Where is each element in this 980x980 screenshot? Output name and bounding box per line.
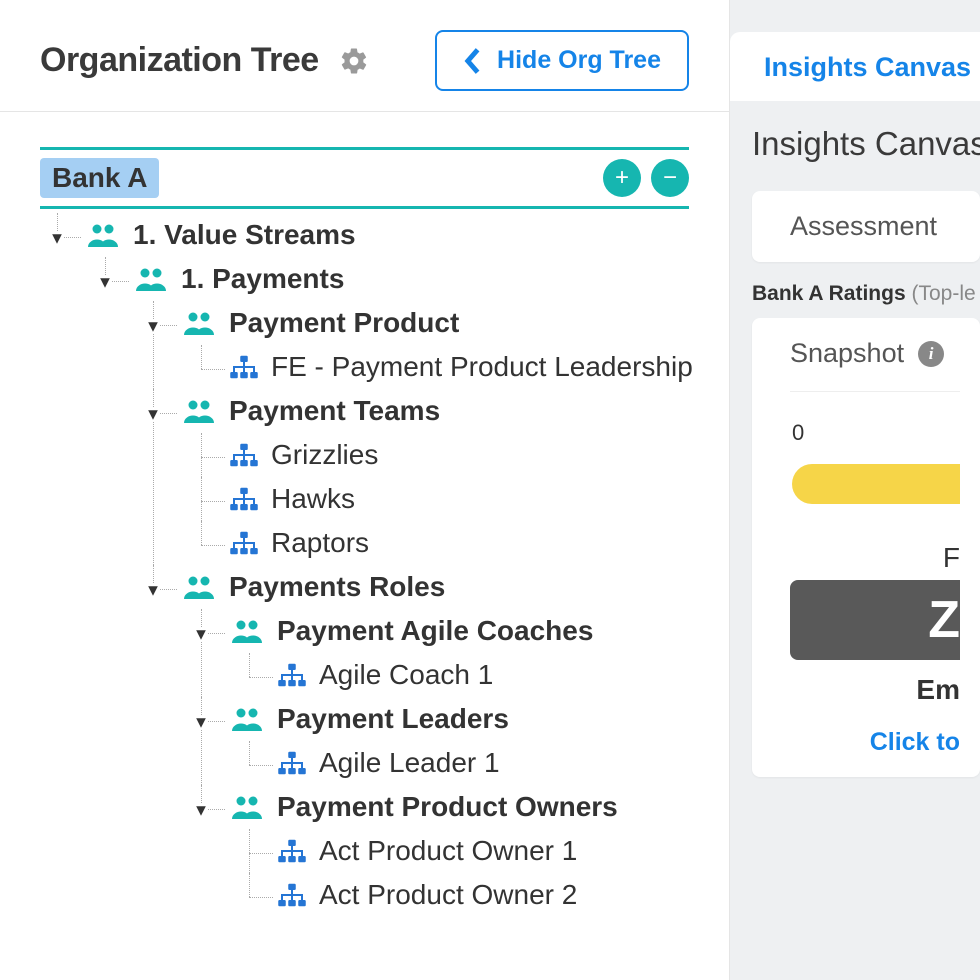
tree-toggle[interactable] xyxy=(193,627,208,642)
org-chart-icon xyxy=(277,750,307,776)
ratings-caption: Bank A Ratings (Top-le xyxy=(752,282,980,306)
tree-node-label: Agile Leader 1 xyxy=(319,747,500,779)
group-icon xyxy=(181,397,217,425)
tree-node-payment-product[interactable]: Payment Product xyxy=(151,301,689,345)
org-chart-icon xyxy=(229,530,259,556)
group-icon xyxy=(181,573,217,601)
assessment-label: Assessment xyxy=(790,211,960,242)
group-icon xyxy=(85,221,121,249)
tree-node-act-product-owner-2[interactable]: Act Product Owner 2 xyxy=(247,873,689,917)
tree-toggle[interactable] xyxy=(145,319,160,334)
hide-org-tree-button[interactable]: Hide Org Tree xyxy=(435,30,689,91)
tree-node-label: 1. Value Streams xyxy=(133,219,356,251)
tree-root-label: Bank A xyxy=(40,158,159,198)
tree-node-payment-agile-coaches[interactable]: Payment Agile Coaches xyxy=(199,609,689,653)
group-icon xyxy=(181,309,217,337)
group-icon xyxy=(133,265,169,293)
insights-title: Insights Canvas xyxy=(752,125,980,163)
ratings-scope: (Top-le xyxy=(911,282,975,305)
metric-label-f: F xyxy=(790,542,960,574)
assessment-card[interactable]: Assessment xyxy=(752,191,980,262)
group-icon xyxy=(229,617,265,645)
tree: 1. Value Streams 1. Payments xyxy=(55,213,689,917)
tree-node-label: Raptors xyxy=(271,527,369,559)
expand-all-button[interactable]: + xyxy=(603,159,641,197)
tree-node-label: Act Product Owner 2 xyxy=(319,879,577,911)
group-icon xyxy=(229,793,265,821)
tree-node-label: Payment Product xyxy=(229,307,459,339)
tree-toggle[interactable] xyxy=(193,715,208,730)
tree-node-label: FE - Payment Product Leadership xyxy=(271,351,693,383)
org-chart-icon xyxy=(229,442,259,468)
tree-node-label: Grizzlies xyxy=(271,439,378,471)
insights-panel: Insights Canvas Insights Canvas Assessme… xyxy=(730,0,980,980)
tree-toggle[interactable] xyxy=(193,803,208,818)
tree-node-label: Payment Agile Coaches xyxy=(277,615,593,647)
tree-node-payment-leaders[interactable]: Payment Leaders xyxy=(199,697,689,741)
tree-node-agile-leader-1[interactable]: Agile Leader 1 xyxy=(247,741,689,785)
metric-label-em: Em xyxy=(790,674,960,706)
tree-node-payment-teams[interactable]: Payment Teams xyxy=(151,389,689,433)
progress-bar xyxy=(792,464,960,504)
snapshot-card: Snapshot i 0 F Z Em Click to xyxy=(752,318,980,777)
org-chart-icon xyxy=(229,486,259,512)
tree-node-hawks[interactable]: Hawks xyxy=(199,477,689,521)
org-chart-icon xyxy=(229,354,259,380)
panel-header: Organization Tree Hide Org Tree xyxy=(0,0,729,112)
tree-node-payments[interactable]: 1. Payments xyxy=(103,257,689,301)
tree-node-label: Act Product Owner 1 xyxy=(319,835,577,867)
tree-node-label: Payment Teams xyxy=(229,395,440,427)
tab-insights-canvas[interactable]: Insights Canvas xyxy=(764,52,971,82)
tree-node-grizzlies[interactable]: Grizzlies xyxy=(199,433,689,477)
snapshot-label: Snapshot xyxy=(790,338,904,369)
tree-toggle[interactable] xyxy=(97,275,112,290)
tree-node-label: Payment Product Owners xyxy=(277,791,618,823)
collapse-all-button[interactable]: − xyxy=(651,159,689,197)
tree-toggle[interactable] xyxy=(49,231,64,246)
org-tree-panel: Organization Tree Hide Org Tree Bank A + xyxy=(0,0,730,980)
tree-node-label: 1. Payments xyxy=(181,263,344,295)
gear-icon xyxy=(339,46,369,76)
rating-chip: Z xyxy=(790,580,960,660)
org-chart-icon xyxy=(277,882,307,908)
info-icon[interactable]: i xyxy=(918,341,944,367)
tree-toggle[interactable] xyxy=(145,583,160,598)
tree-node-label: Payment Leaders xyxy=(277,703,509,735)
minus-icon: − xyxy=(663,164,677,192)
panel-title: Organization Tree xyxy=(40,41,319,80)
rating-letter: Z xyxy=(928,590,960,650)
org-chart-icon xyxy=(277,662,307,688)
ratings-entity: Bank A Ratings xyxy=(752,282,906,305)
click-to-link[interactable]: Click to xyxy=(790,728,960,757)
hide-org-tree-label: Hide Org Tree xyxy=(497,46,661,75)
tree-node-label: Agile Coach 1 xyxy=(319,659,493,691)
tree-node-value-streams[interactable]: 1. Value Streams xyxy=(55,213,689,257)
org-chart-icon xyxy=(277,838,307,864)
tree-node-label: Hawks xyxy=(271,483,355,515)
tree-node-payments-roles[interactable]: Payments Roles xyxy=(151,565,689,609)
settings-button[interactable] xyxy=(339,46,369,76)
plus-icon: + xyxy=(615,164,629,192)
tree-node-agile-coach-1[interactable]: Agile Coach 1 xyxy=(247,653,689,697)
tree-node-act-product-owner-1[interactable]: Act Product Owner 1 xyxy=(247,829,689,873)
tab-strip: Insights Canvas xyxy=(730,32,980,101)
tree-root-row[interactable]: Bank A + − xyxy=(40,147,689,209)
tree-node-label: Payments Roles xyxy=(229,571,445,603)
tree-node-raptors[interactable]: Raptors xyxy=(199,521,689,565)
snapshot-value: 0 xyxy=(792,420,960,446)
tree-node-payment-product-owners[interactable]: Payment Product Owners xyxy=(199,785,689,829)
tree-container: Bank A + − 1. Value Streams xyxy=(0,112,729,917)
tree-node-fe-leadership[interactable]: FE - Payment Product Leadership xyxy=(199,345,689,389)
chevron-left-icon xyxy=(463,47,481,75)
tree-toggle[interactable] xyxy=(145,407,160,422)
group-icon xyxy=(229,705,265,733)
